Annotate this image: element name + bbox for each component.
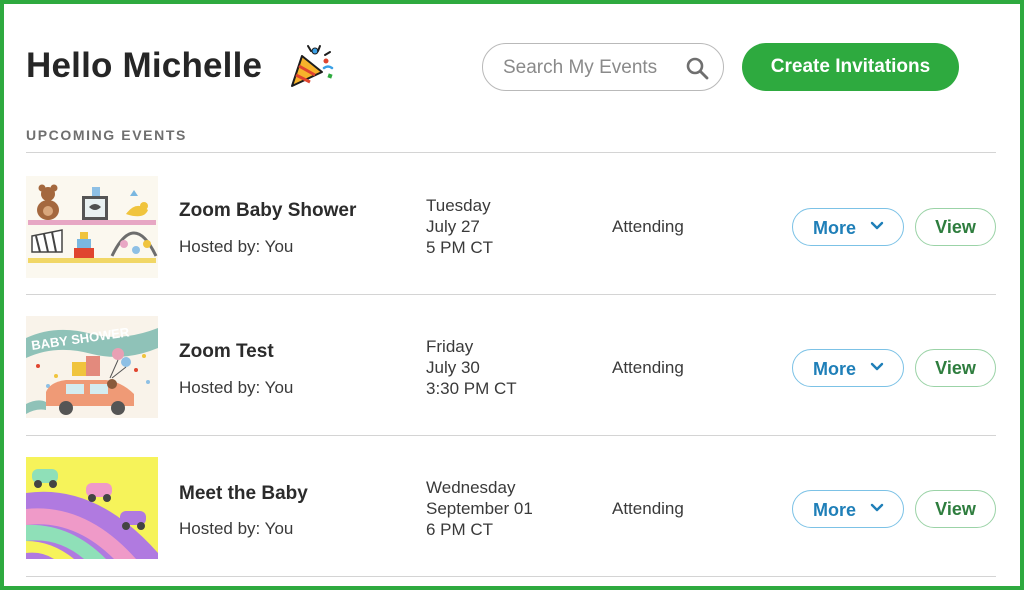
event-row: BABY SHOWER Zoom Test Hosted by: You Fri…	[26, 295, 996, 435]
event-time: 3:30 PM CT	[426, 379, 517, 398]
party-popper-icon	[291, 45, 334, 87]
event-datetime: Friday July 30 3:30 PM CT	[426, 336, 517, 399]
event-time: 5 PM CT	[426, 238, 494, 257]
event-host: Hosted by: You	[179, 378, 294, 397]
event-datetime: Wednesday September 01 6 PM CT	[426, 477, 533, 540]
event-day: Wednesday	[426, 478, 516, 497]
event-row: Zoom Baby Shower Hosted by: You Tuesday …	[26, 153, 996, 293]
create-invitations-button[interactable]: Create Invitations	[742, 43, 959, 91]
section-label: UPCOMING EVENTS	[26, 127, 187, 143]
baby-shower-car-thumbnail: BABY SHOWER	[26, 316, 158, 418]
baby-shelf-toys-thumbnail	[26, 176, 158, 278]
rsvp-status: Attending	[612, 358, 684, 377]
view-button[interactable]: View	[915, 208, 996, 246]
page-frame: Hello Michelle Create Invitations UPCOMI…	[0, 0, 1024, 590]
more-label: More	[813, 500, 857, 520]
event-row: Meet the Baby Hosted by: You Wednesday S…	[26, 436, 996, 576]
event-thumbnail[interactable]	[26, 176, 158, 278]
more-label: More	[813, 359, 857, 379]
search-input[interactable]	[503, 56, 673, 80]
event-date: July 30	[426, 358, 480, 377]
event-day: Friday	[426, 337, 474, 356]
chevron-down-icon	[870, 362, 884, 371]
event-thumbnail[interactable]: BABY SHOWER	[26, 316, 158, 418]
view-button[interactable]: View	[915, 349, 996, 387]
event-host: Hosted by: You	[179, 519, 294, 538]
chevron-down-icon	[870, 221, 884, 230]
search-icon[interactable]	[685, 56, 709, 80]
view-button[interactable]: View	[915, 490, 996, 528]
event-title[interactable]: Zoom Baby Shower	[179, 200, 356, 222]
rsvp-status: Attending	[612, 217, 684, 236]
page-title: Hello Michelle	[26, 46, 263, 85]
more-label: More	[813, 218, 857, 238]
chevron-down-icon	[870, 503, 884, 512]
event-time: 6 PM CT	[426, 520, 494, 539]
event-day: Tuesday	[426, 196, 491, 215]
more-button[interactable]: More	[792, 490, 904, 528]
divider	[26, 576, 996, 577]
event-thumbnail[interactable]	[26, 457, 158, 559]
more-button[interactable]: More	[792, 349, 904, 387]
rsvp-status: Attending	[612, 499, 684, 518]
event-host: Hosted by: You	[179, 237, 294, 256]
event-date: September 01	[426, 499, 533, 518]
header: Hello Michelle Create Invitations	[26, 40, 988, 100]
more-button[interactable]: More	[792, 208, 904, 246]
event-title[interactable]: Zoom Test	[179, 341, 274, 363]
event-datetime: Tuesday July 27 5 PM CT	[426, 195, 493, 258]
event-date: July 27	[426, 217, 480, 236]
rainbow-cars-thumbnail	[26, 457, 158, 559]
event-title[interactable]: Meet the Baby	[179, 483, 308, 505]
search-box	[482, 43, 724, 91]
